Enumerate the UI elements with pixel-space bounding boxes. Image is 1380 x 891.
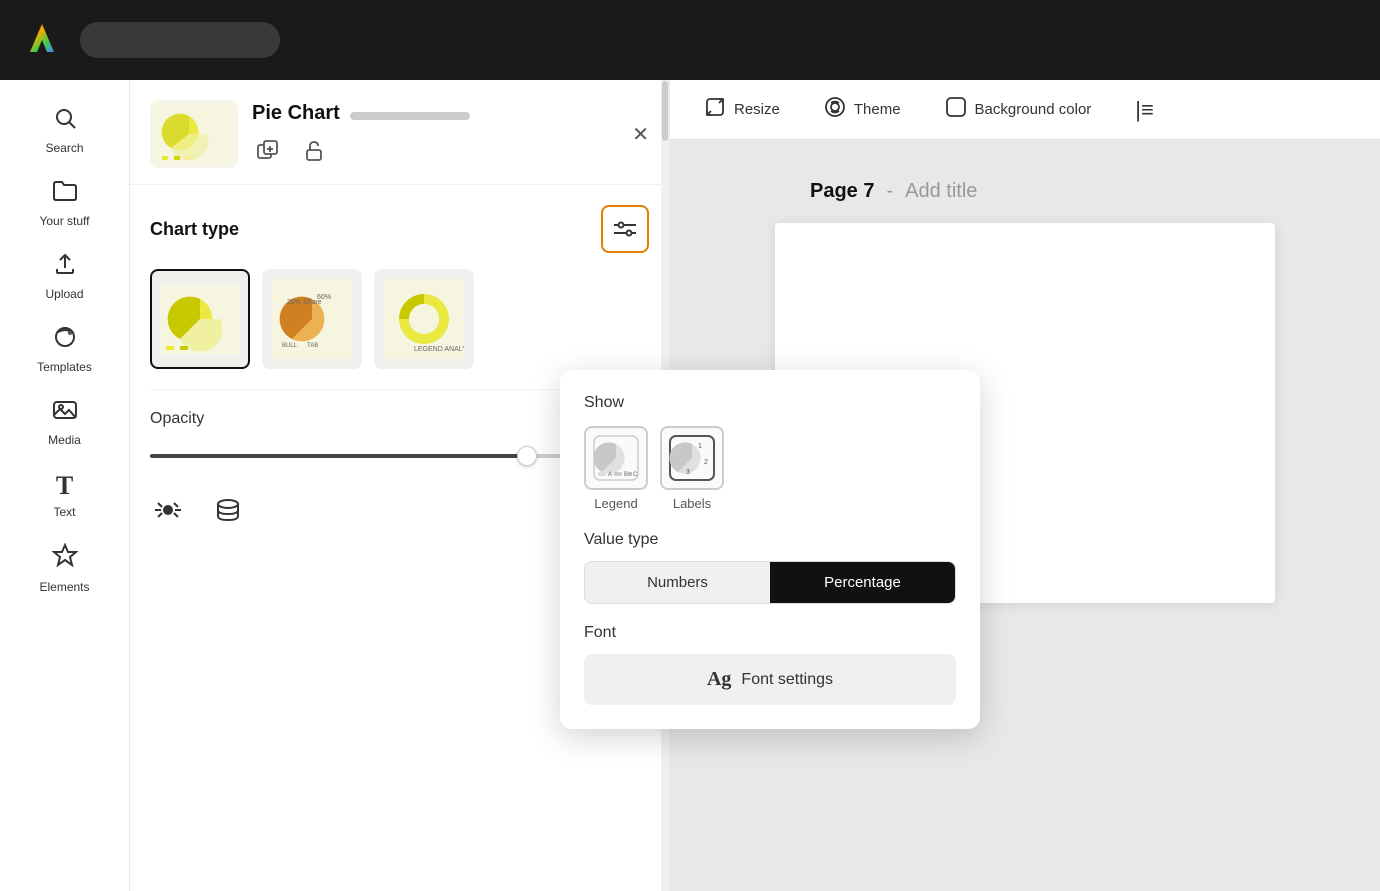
sidebar-item-label-media: Media — [48, 433, 81, 447]
sidebar-item-label-text: Text — [53, 505, 75, 519]
chart-types-list: 25% Share 60% BULL TAB LEGEND ANALYTIC — [150, 269, 649, 369]
scrollbar-thumb — [662, 81, 668, 141]
svg-text:C: C — [633, 472, 638, 478]
panel-header: Pie Chart — [130, 80, 669, 185]
sidebar-item-media[interactable]: Media — [15, 388, 115, 457]
labels-option-box[interactable]: 1 2 3 — [660, 426, 724, 490]
background-color-button[interactable]: Background color — [935, 90, 1102, 130]
labels-label: Labels — [673, 496, 711, 511]
page-add-title[interactable]: Add title — [905, 180, 977, 203]
sidebar-item-templates[interactable]: Templates — [15, 315, 115, 384]
legend-option-box[interactable]: A B C — [584, 426, 648, 490]
popup-show-row: A B C Legend — [584, 426, 956, 511]
font-ag-label: Ag — [707, 668, 731, 691]
show-option-legend[interactable]: A B C Legend — [584, 426, 648, 511]
topbar — [0, 0, 1380, 80]
folder-icon — [52, 179, 78, 210]
show-option-labels[interactable]: 1 2 3 Labels — [660, 426, 724, 511]
background-color-icon — [945, 96, 967, 124]
percentage-button[interactable]: Percentage — [770, 562, 955, 603]
panel-title: Pie Chart — [252, 102, 340, 125]
animation-icon[interactable] — [150, 492, 186, 528]
svg-text:B: B — [624, 472, 628, 478]
sidebar-item-label-elements: Elements — [39, 580, 89, 594]
legend-label: Legend — [594, 496, 637, 511]
sidebar-item-label-upload: Upload — [45, 287, 83, 301]
font-settings-button[interactable]: Ag Font settings — [584, 654, 956, 705]
svg-text:3: 3 — [686, 469, 690, 476]
svg-text:TAB: TAB — [307, 343, 318, 349]
svg-text:2: 2 — [704, 459, 708, 466]
upload-icon — [53, 252, 77, 283]
background-color-label: Background color — [975, 101, 1092, 118]
topbar-search-pill[interactable] — [80, 22, 280, 58]
sidebar-item-text[interactable]: T Text — [15, 461, 115, 529]
numbers-button[interactable]: Numbers — [585, 562, 770, 603]
svg-text:60%: 60% — [317, 294, 331, 301]
sidebar-item-your-stuff[interactable]: Your stuff — [15, 169, 115, 238]
page-number: Page 7 — [810, 180, 874, 203]
theme-label: Theme — [854, 101, 901, 118]
data-icon[interactable] — [210, 492, 246, 528]
divider-icon: |≡ — [1135, 97, 1154, 123]
page-title-row: Page 7 - Add title — [810, 180, 977, 203]
value-type-row: Numbers Percentage — [584, 561, 956, 604]
sidebar: Search Your stuff Upload — [0, 80, 130, 891]
chart-type-item-1[interactable] — [150, 269, 250, 369]
popup-panel: Show A B C — [560, 370, 980, 729]
chart-type-label: Chart type — [150, 219, 239, 240]
slider-thumb — [517, 446, 537, 466]
close-button[interactable]: ✕ — [632, 122, 649, 147]
resize-icon — [704, 96, 726, 124]
resize-label: Resize — [734, 101, 780, 118]
sidebar-item-label-templates: Templates — [37, 360, 92, 374]
theme-icon — [824, 96, 846, 124]
panel-title-bar — [350, 112, 470, 120]
canvas-toolbar: Resize Theme — [670, 80, 1380, 140]
section-header: Chart type — [150, 205, 649, 253]
unlock-icon[interactable] — [298, 135, 330, 167]
sidebar-item-search[interactable]: Search — [15, 96, 115, 165]
panel-thumbnail — [150, 100, 238, 168]
svg-text:A: A — [608, 472, 612, 478]
popup-value-type-label: Value type — [584, 531, 956, 549]
chart-type-section: Chart type — [130, 185, 669, 389]
panel-title-area: Pie Chart — [252, 102, 618, 167]
svg-text:LEGEND ANALYTICS: LEGEND ANALYTICS — [414, 346, 464, 353]
popup-font-label: Font — [584, 624, 956, 642]
sidebar-item-elements[interactable]: Elements — [15, 533, 115, 604]
sidebar-item-label-search: Search — [45, 141, 83, 155]
sidebar-item-label-your-stuff: Your stuff — [39, 214, 89, 228]
elements-icon — [52, 543, 78, 576]
panel-icons — [252, 135, 618, 167]
search-icon — [53, 106, 77, 137]
theme-button[interactable]: Theme — [814, 90, 911, 130]
duplicate-icon[interactable] — [252, 135, 284, 167]
popup-show-label: Show — [584, 394, 956, 412]
sidebar-item-upload[interactable]: Upload — [15, 242, 115, 311]
more-options-button[interactable]: |≡ — [1125, 91, 1164, 129]
filter-settings-button[interactable] — [601, 205, 649, 253]
font-settings-label: Font settings — [741, 671, 833, 689]
media-icon — [52, 398, 78, 429]
svg-text:BULL: BULL — [282, 343, 298, 349]
text-icon: T — [56, 471, 73, 501]
svg-text:1: 1 — [698, 443, 702, 450]
app-logo — [20, 16, 64, 65]
templates-icon — [52, 325, 78, 356]
chart-type-item-3[interactable]: LEGEND ANALYTICS — [374, 269, 474, 369]
chart-type-item-2[interactable]: 25% Share 60% BULL TAB — [262, 269, 362, 369]
opacity-slider[interactable] — [150, 454, 597, 458]
resize-button[interactable]: Resize — [694, 90, 790, 130]
